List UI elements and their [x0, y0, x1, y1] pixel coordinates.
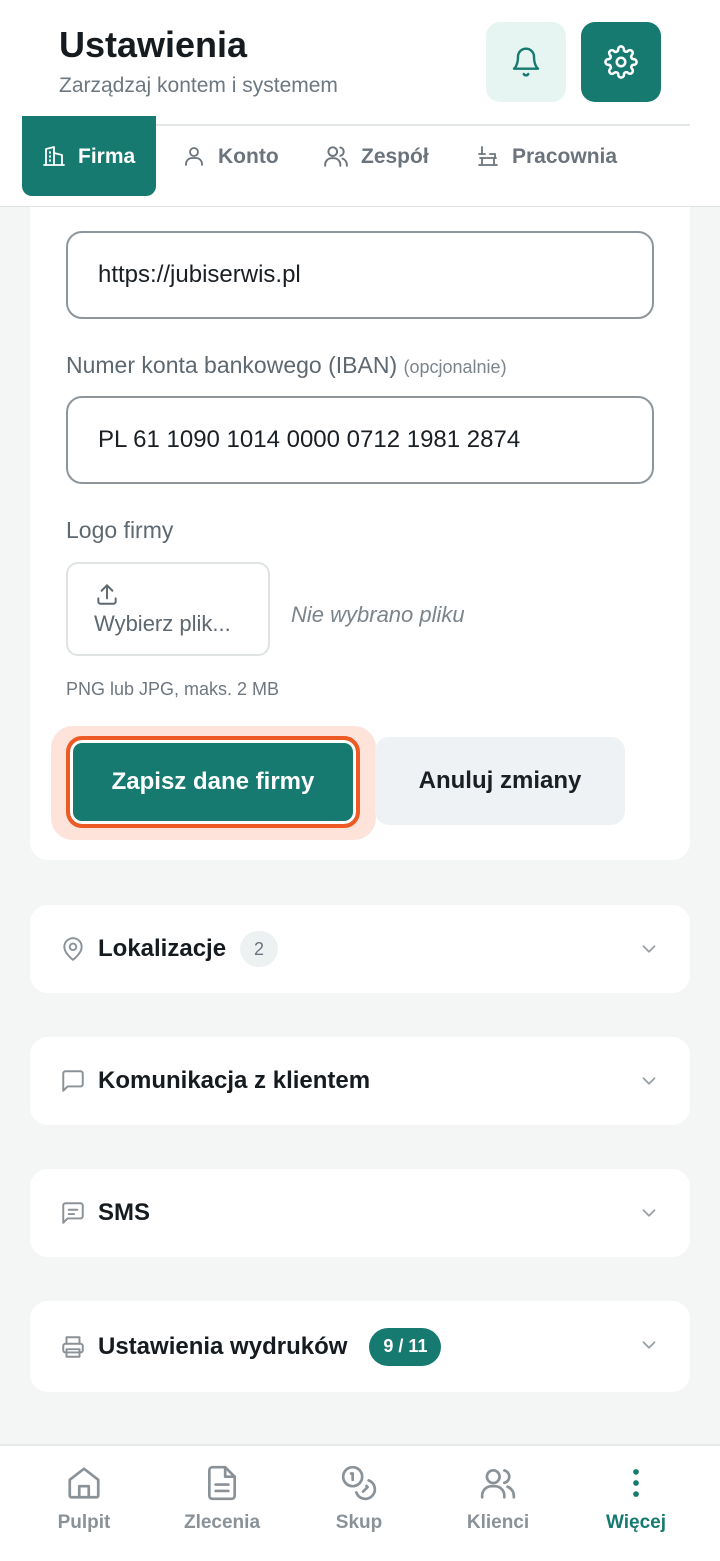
- chevron-down-icon: [642, 1341, 656, 1349]
- chevron-down-icon: [642, 1077, 656, 1085]
- chevron-down-icon: [642, 1209, 656, 1217]
- progress-badge: 9 / 11: [369, 1327, 442, 1366]
- user-icon: [185, 147, 203, 166]
- nav-zlecenia[interactable]: Zlecenia: [162, 1464, 282, 1534]
- section-komunikacja[interactable]: Komunikacja z klientem: [30, 1037, 690, 1125]
- no-file-text: Nie wybrano pliku: [291, 602, 465, 627]
- upload-icon: [97, 584, 117, 605]
- building-icon: [43, 146, 65, 166]
- file-hint: PNG lub JPG, maks. 2 MB: [66, 679, 280, 699]
- page-subtitle: Zarządzaj kontem i systemem: [59, 74, 338, 97]
- document-icon: [207, 1465, 237, 1501]
- choose-file-label: Wybierz plik...: [94, 611, 231, 636]
- logo-label: Logo firmy: [66, 517, 174, 543]
- nav-pulpit[interactable]: Pulpit: [24, 1464, 144, 1534]
- home-icon: [68, 1467, 100, 1499]
- iban-label: Numer konta bankowego (IBAN) (opcjonalni…: [66, 352, 507, 379]
- tab-label: Konto: [218, 144, 279, 168]
- choose-file-button[interactable]: Wybierz plik...: [66, 562, 270, 656]
- chevron-down-icon: [642, 945, 656, 953]
- section-title: Lokalizacje: [98, 935, 227, 962]
- tab-pracownia[interactable]: Pracownia: [476, 116, 617, 196]
- workbench-icon: [478, 146, 498, 166]
- message-icon: [62, 1070, 84, 1092]
- section-title: Komunikacja z klientem: [98, 1067, 371, 1094]
- bell-icon: [512, 47, 540, 77]
- save-company-button[interactable]: Zapisz dane firmy: [66, 736, 360, 828]
- notifications-button[interactable]: [486, 22, 566, 102]
- gear-icon: [604, 45, 638, 79]
- iban-optional-text: (opcjonalnie): [403, 357, 507, 377]
- tab-label: Zespół: [361, 144, 429, 168]
- tab-konto[interactable]: Konto: [182, 116, 279, 196]
- nav-label: Zlecenia: [183, 1512, 261, 1533]
- tab-zespol[interactable]: Zespół: [323, 116, 429, 196]
- section-title: SMS: [98, 1199, 151, 1226]
- settings-tabs: Firma Konto Zespół Pracownia: [0, 116, 720, 196]
- count-badge: 2: [240, 931, 279, 967]
- section-wydruki[interactable]: Ustawienia wydruków 9 / 11: [30, 1301, 690, 1392]
- bottom-navigation: Pulpit Zlecenia Skup Klienci Więcej: [0, 1444, 720, 1561]
- tab-firma[interactable]: Firma: [22, 116, 156, 196]
- coins-icon: [341, 1465, 377, 1501]
- website-input[interactable]: https://jubiserwis.pl: [66, 231, 654, 319]
- nav-label: Klienci: [466, 1512, 530, 1533]
- section-title: Ustawienia wydruków: [98, 1332, 348, 1360]
- users-icon: [324, 146, 348, 167]
- sms-icon: [62, 1202, 84, 1224]
- iban-input[interactable]: PL 61 1090 1014 0000 0712 1981 2874: [66, 396, 654, 484]
- printer-icon: [62, 1335, 84, 1358]
- section-sms[interactable]: SMS: [30, 1169, 690, 1257]
- map-pin-icon: [63, 937, 83, 961]
- nav-label: Więcej: [605, 1512, 667, 1533]
- nav-skup[interactable]: Skup: [299, 1464, 419, 1534]
- nav-label: Skup: [335, 1512, 383, 1533]
- nav-label: Pulpit: [57, 1512, 111, 1533]
- cancel-changes-button[interactable]: Anuluj zmiany: [375, 737, 625, 825]
- tab-label: Pracownia: [512, 144, 618, 168]
- users-icon: [480, 1468, 516, 1499]
- section-lokalizacje[interactable]: Lokalizacje 2: [30, 905, 690, 993]
- settings-button[interactable]: [581, 22, 661, 102]
- more-vertical-icon: [633, 1469, 639, 1497]
- nav-klienci[interactable]: Klienci: [438, 1464, 558, 1534]
- company-form-card: https://jubiserwis.pl Numer konta bankow…: [30, 207, 690, 860]
- page-title: Ustawienia: [59, 24, 248, 65]
- nav-wiecej[interactable]: Więcej: [576, 1464, 696, 1534]
- iban-label-text: Numer konta bankowego (IBAN): [66, 352, 398, 378]
- tab-label: Firma: [78, 144, 136, 168]
